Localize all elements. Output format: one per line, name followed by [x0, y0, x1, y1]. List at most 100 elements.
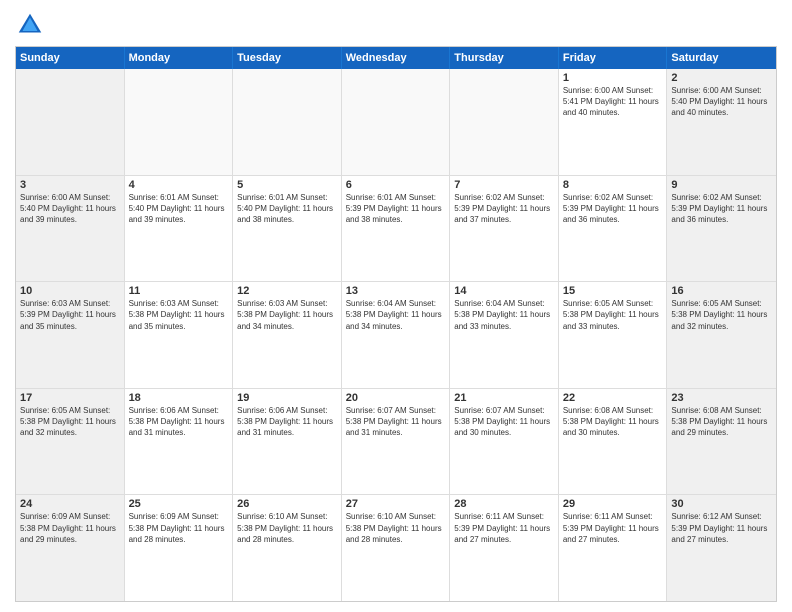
day-cell-10: 10Sunrise: 6:03 AM Sunset: 5:39 PM Dayli… [16, 282, 125, 388]
day-number: 16 [671, 285, 772, 297]
day-info: Sunrise: 6:06 AM Sunset: 5:38 PM Dayligh… [129, 405, 229, 439]
day-cell-28: 28Sunrise: 6:11 AM Sunset: 5:39 PM Dayli… [450, 495, 559, 601]
day-info: Sunrise: 6:03 AM Sunset: 5:38 PM Dayligh… [129, 298, 229, 332]
header [15, 10, 777, 40]
day-number: 1 [563, 72, 663, 84]
day-number: 10 [20, 285, 120, 297]
day-info: Sunrise: 6:00 AM Sunset: 5:40 PM Dayligh… [671, 85, 772, 119]
calendar-body: 1Sunrise: 6:00 AM Sunset: 5:41 PM Daylig… [16, 69, 776, 601]
day-number: 21 [454, 392, 554, 404]
day-info: Sunrise: 6:06 AM Sunset: 5:38 PM Dayligh… [237, 405, 337, 439]
day-number: 15 [563, 285, 663, 297]
day-info: Sunrise: 6:12 AM Sunset: 5:39 PM Dayligh… [671, 511, 772, 545]
day-info: Sunrise: 6:01 AM Sunset: 5:40 PM Dayligh… [129, 192, 229, 226]
day-cell-empty [16, 69, 125, 175]
day-cell-26: 26Sunrise: 6:10 AM Sunset: 5:38 PM Dayli… [233, 495, 342, 601]
day-number: 19 [237, 392, 337, 404]
day-cell-empty [233, 69, 342, 175]
header-day-tuesday: Tuesday [233, 47, 342, 69]
day-info: Sunrise: 6:05 AM Sunset: 5:38 PM Dayligh… [20, 405, 120, 439]
header-day-saturday: Saturday [667, 47, 776, 69]
day-info: Sunrise: 6:10 AM Sunset: 5:38 PM Dayligh… [346, 511, 446, 545]
day-info: Sunrise: 6:02 AM Sunset: 5:39 PM Dayligh… [563, 192, 663, 226]
day-number: 24 [20, 498, 120, 510]
day-cell-21: 21Sunrise: 6:07 AM Sunset: 5:38 PM Dayli… [450, 389, 559, 495]
day-number: 25 [129, 498, 229, 510]
day-info: Sunrise: 6:04 AM Sunset: 5:38 PM Dayligh… [346, 298, 446, 332]
day-info: Sunrise: 6:08 AM Sunset: 5:38 PM Dayligh… [563, 405, 663, 439]
day-info: Sunrise: 6:04 AM Sunset: 5:38 PM Dayligh… [454, 298, 554, 332]
day-cell-6: 6Sunrise: 6:01 AM Sunset: 5:39 PM Daylig… [342, 176, 451, 282]
day-cell-3: 3Sunrise: 6:00 AM Sunset: 5:40 PM Daylig… [16, 176, 125, 282]
day-cell-8: 8Sunrise: 6:02 AM Sunset: 5:39 PM Daylig… [559, 176, 668, 282]
day-cell-empty [125, 69, 234, 175]
day-info: Sunrise: 6:09 AM Sunset: 5:38 PM Dayligh… [20, 511, 120, 545]
day-cell-15: 15Sunrise: 6:05 AM Sunset: 5:38 PM Dayli… [559, 282, 668, 388]
day-number: 7 [454, 179, 554, 191]
day-info: Sunrise: 6:00 AM Sunset: 5:40 PM Dayligh… [20, 192, 120, 226]
day-cell-13: 13Sunrise: 6:04 AM Sunset: 5:38 PM Dayli… [342, 282, 451, 388]
day-info: Sunrise: 6:05 AM Sunset: 5:38 PM Dayligh… [563, 298, 663, 332]
day-number: 22 [563, 392, 663, 404]
header-day-wednesday: Wednesday [342, 47, 451, 69]
day-cell-2: 2Sunrise: 6:00 AM Sunset: 5:40 PM Daylig… [667, 69, 776, 175]
day-cell-empty [342, 69, 451, 175]
calendar-header: SundayMondayTuesdayWednesdayThursdayFrid… [16, 47, 776, 69]
day-cell-14: 14Sunrise: 6:04 AM Sunset: 5:38 PM Dayli… [450, 282, 559, 388]
day-cell-19: 19Sunrise: 6:06 AM Sunset: 5:38 PM Dayli… [233, 389, 342, 495]
day-number: 23 [671, 392, 772, 404]
day-number: 30 [671, 498, 772, 510]
day-cell-empty [450, 69, 559, 175]
day-number: 5 [237, 179, 337, 191]
day-info: Sunrise: 6:00 AM Sunset: 5:41 PM Dayligh… [563, 85, 663, 119]
day-cell-20: 20Sunrise: 6:07 AM Sunset: 5:38 PM Dayli… [342, 389, 451, 495]
day-info: Sunrise: 6:02 AM Sunset: 5:39 PM Dayligh… [671, 192, 772, 226]
day-cell-12: 12Sunrise: 6:03 AM Sunset: 5:38 PM Dayli… [233, 282, 342, 388]
day-number: 27 [346, 498, 446, 510]
calendar: SundayMondayTuesdayWednesdayThursdayFrid… [15, 46, 777, 602]
day-cell-23: 23Sunrise: 6:08 AM Sunset: 5:38 PM Dayli… [667, 389, 776, 495]
day-cell-16: 16Sunrise: 6:05 AM Sunset: 5:38 PM Dayli… [667, 282, 776, 388]
day-number: 6 [346, 179, 446, 191]
day-info: Sunrise: 6:05 AM Sunset: 5:38 PM Dayligh… [671, 298, 772, 332]
day-cell-29: 29Sunrise: 6:11 AM Sunset: 5:39 PM Dayli… [559, 495, 668, 601]
day-number: 20 [346, 392, 446, 404]
day-number: 18 [129, 392, 229, 404]
day-number: 12 [237, 285, 337, 297]
calendar-week-2: 10Sunrise: 6:03 AM Sunset: 5:39 PM Dayli… [16, 282, 776, 389]
day-cell-30: 30Sunrise: 6:12 AM Sunset: 5:39 PM Dayli… [667, 495, 776, 601]
day-number: 17 [20, 392, 120, 404]
day-cell-7: 7Sunrise: 6:02 AM Sunset: 5:39 PM Daylig… [450, 176, 559, 282]
day-number: 4 [129, 179, 229, 191]
day-cell-9: 9Sunrise: 6:02 AM Sunset: 5:39 PM Daylig… [667, 176, 776, 282]
logo-icon [15, 10, 45, 40]
header-day-monday: Monday [125, 47, 234, 69]
day-cell-5: 5Sunrise: 6:01 AM Sunset: 5:40 PM Daylig… [233, 176, 342, 282]
calendar-week-4: 24Sunrise: 6:09 AM Sunset: 5:38 PM Dayli… [16, 495, 776, 601]
calendar-week-0: 1Sunrise: 6:00 AM Sunset: 5:41 PM Daylig… [16, 69, 776, 176]
day-number: 28 [454, 498, 554, 510]
day-info: Sunrise: 6:07 AM Sunset: 5:38 PM Dayligh… [346, 405, 446, 439]
day-number: 11 [129, 285, 229, 297]
day-info: Sunrise: 6:03 AM Sunset: 5:39 PM Dayligh… [20, 298, 120, 332]
day-cell-1: 1Sunrise: 6:00 AM Sunset: 5:41 PM Daylig… [559, 69, 668, 175]
day-number: 26 [237, 498, 337, 510]
day-number: 9 [671, 179, 772, 191]
logo [15, 10, 49, 40]
day-number: 2 [671, 72, 772, 84]
page: SundayMondayTuesdayWednesdayThursdayFrid… [0, 0, 792, 612]
header-day-thursday: Thursday [450, 47, 559, 69]
day-cell-4: 4Sunrise: 6:01 AM Sunset: 5:40 PM Daylig… [125, 176, 234, 282]
calendar-week-3: 17Sunrise: 6:05 AM Sunset: 5:38 PM Dayli… [16, 389, 776, 496]
day-info: Sunrise: 6:01 AM Sunset: 5:39 PM Dayligh… [346, 192, 446, 226]
header-day-sunday: Sunday [16, 47, 125, 69]
day-cell-24: 24Sunrise: 6:09 AM Sunset: 5:38 PM Dayli… [16, 495, 125, 601]
day-info: Sunrise: 6:02 AM Sunset: 5:39 PM Dayligh… [454, 192, 554, 226]
day-cell-25: 25Sunrise: 6:09 AM Sunset: 5:38 PM Dayli… [125, 495, 234, 601]
day-info: Sunrise: 6:11 AM Sunset: 5:39 PM Dayligh… [563, 511, 663, 545]
day-info: Sunrise: 6:08 AM Sunset: 5:38 PM Dayligh… [671, 405, 772, 439]
day-number: 14 [454, 285, 554, 297]
day-number: 8 [563, 179, 663, 191]
header-day-friday: Friday [559, 47, 668, 69]
day-info: Sunrise: 6:11 AM Sunset: 5:39 PM Dayligh… [454, 511, 554, 545]
